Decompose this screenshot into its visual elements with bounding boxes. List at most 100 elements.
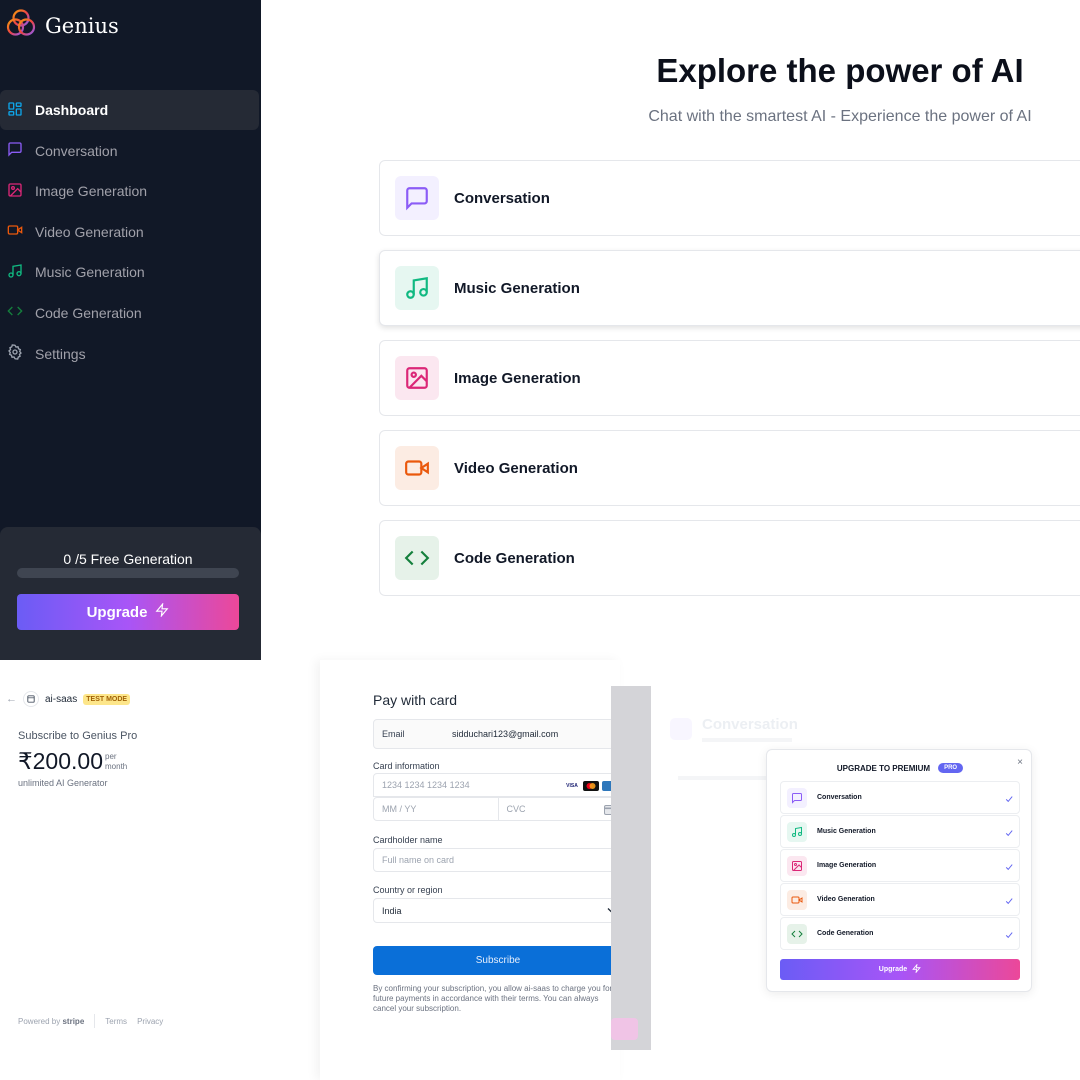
sidebar-item-label: Code Generation [35,304,142,321]
check-icon [1005,863,1013,873]
pro-modal-item-music-generation: Music Generation [780,815,1020,848]
tool-card-label: Image Generation [454,369,581,387]
free-generation-counter: 0 /5 Free Generation [63,551,193,567]
sidebar-item-conversation[interactable]: Conversation [0,131,261,171]
powered-by-label: Powered by [18,1016,61,1026]
per-label: per [105,752,117,761]
subscribe-button[interactable]: Subscribe [373,946,623,975]
sidebar-item-label: Video Generation [35,223,144,240]
tool-card-video-generation[interactable]: Video Generation [379,430,1080,506]
sidebar-item-video-generation[interactable]: Video Generation [0,212,261,252]
country-value: India [382,905,402,916]
privacy-link[interactable]: Privacy [137,1017,163,1026]
divider [94,1014,96,1028]
period-label: month [105,762,128,771]
zap-icon [155,602,169,621]
image-icon [787,855,807,876]
sidebar-item-label: Image Generation [35,183,148,200]
check-icon [1005,829,1013,839]
country-label: Country or region [373,885,443,895]
sidebar-item-label: Conversation [35,142,118,159]
expiry-placeholder: MM / YY [382,804,417,814]
background-page-title: Conversation [702,716,798,733]
back-arrow-icon[interactable]: ← [6,693,17,705]
terms-link[interactable]: Terms [105,1017,127,1026]
tool-card-label: Music Generation [454,279,580,297]
app-name: Genius [45,13,119,38]
overlay-button-remnant [611,1018,638,1040]
sidebar-item-settings[interactable]: Settings [0,334,261,374]
checkout-summary: ← ai-saas TEST MODE Subscribe to Genius … [0,660,320,1080]
visa-icon: VISA [564,781,580,791]
pro-modal-header: UPGRADE TO PREMIUM PRO [767,763,1033,773]
video-icon [7,222,23,241]
modal-overlay-strip [611,686,651,1050]
card-information-label: Card information [373,761,440,771]
logo-icon [6,8,36,43]
pro-modal-item-video-generation: Video Generation [780,883,1020,916]
pro-modal-item-code-generation: Code Generation [780,917,1020,950]
cvc-input[interactable]: CVC [499,798,623,820]
upgrade-button[interactable]: Upgrade [17,594,239,630]
upgrade-label: Upgrade [86,603,148,621]
tool-card-label: Conversation [454,189,550,207]
subscription-legal-text: By confirming your subscription, you all… [373,984,613,1013]
merchant-logo-icon [23,691,39,707]
image-icon [395,356,439,400]
check-icon [1005,795,1013,805]
page-title: Explore the power of AI [656,52,1024,89]
sidebar-item-image-generation[interactable]: Image Generation [0,171,261,211]
message-square-icon [670,718,692,740]
free-generation-panel: 0 /5 Free Generation Upgrade [0,527,261,660]
dashboard-icon [7,101,23,120]
expiry-input[interactable]: MM / YY [374,798,499,820]
subscription-description: unlimited AI Generator [18,778,108,788]
tool-card-music-generation[interactable]: Music Generation [379,250,1080,326]
brand[interactable]: Genius [6,8,119,43]
music-icon [7,263,23,282]
sidebar-item-dashboard[interactable]: Dashboard [0,90,259,130]
stripe-logo[interactable]: stripe [62,1017,84,1026]
code-icon [395,536,439,580]
code-icon [787,923,807,944]
stripe-footer: Powered by stripe Terms Privacy [18,1014,163,1028]
tool-card-code-generation[interactable]: Code Generation [379,520,1080,596]
cvc-placeholder: CVC [506,804,526,814]
pro-modal-item-image-generation: Image Generation [780,849,1020,882]
country-select[interactable]: India [373,898,623,923]
email-value: sidduchari123@gmail.com [452,729,559,739]
background-text-line [678,776,768,780]
card-number-input[interactable]: 1234 1234 1234 1234 VISA [373,773,623,797]
background-text-line [702,738,792,742]
tool-card-conversation[interactable]: Conversation [379,160,1080,236]
card-number-placeholder: 1234 1234 1234 1234 [382,780,470,790]
upgrade-label: Upgrade [878,966,908,973]
video-icon [787,889,807,910]
sidebar-item-music-generation[interactable]: Music Generation [0,252,261,292]
pro-upgrade-button[interactable]: Upgrade [780,959,1020,980]
code-icon [7,303,23,322]
sidebar-item-label: Music Generation [35,264,145,281]
pro-modal-item-label: Music Generation [817,828,876,835]
test-mode-badge: TEST MODE [83,693,131,705]
mastercard-icon [583,781,599,791]
email-field[interactable]: Email sidduchari123@gmail.com [373,719,623,749]
card-expiry-cvc-row: MM / YY CVC [373,797,623,821]
video-icon [395,446,439,490]
sidebar-item-label: Dashboard [35,102,109,118]
tool-card-image-generation[interactable]: Image Generation [379,340,1080,416]
free-generation-progress [17,568,239,578]
payment-form: Pay with card Email sidduchari123@gmail.… [320,660,623,1080]
pro-modal-item-label: Image Generation [817,862,877,869]
close-icon[interactable]: × [1017,757,1023,768]
sidebar-item-code-generation[interactable]: Code Generation [0,293,261,333]
pro-badge: PRO [938,763,964,773]
cardholder-name-input[interactable]: Full name on card [373,848,623,872]
sidebar-item-label: Settings [35,345,86,362]
card-brands: VISA [564,781,618,791]
cardholder-placeholder: Full name on card [382,855,455,865]
sidebar: Genius Dashboard Conversation Image Gene… [0,0,261,660]
settings-icon [7,344,23,363]
tool-card-label: Code Generation [454,549,575,567]
pro-modal-item-label: Code Generation [817,930,874,937]
